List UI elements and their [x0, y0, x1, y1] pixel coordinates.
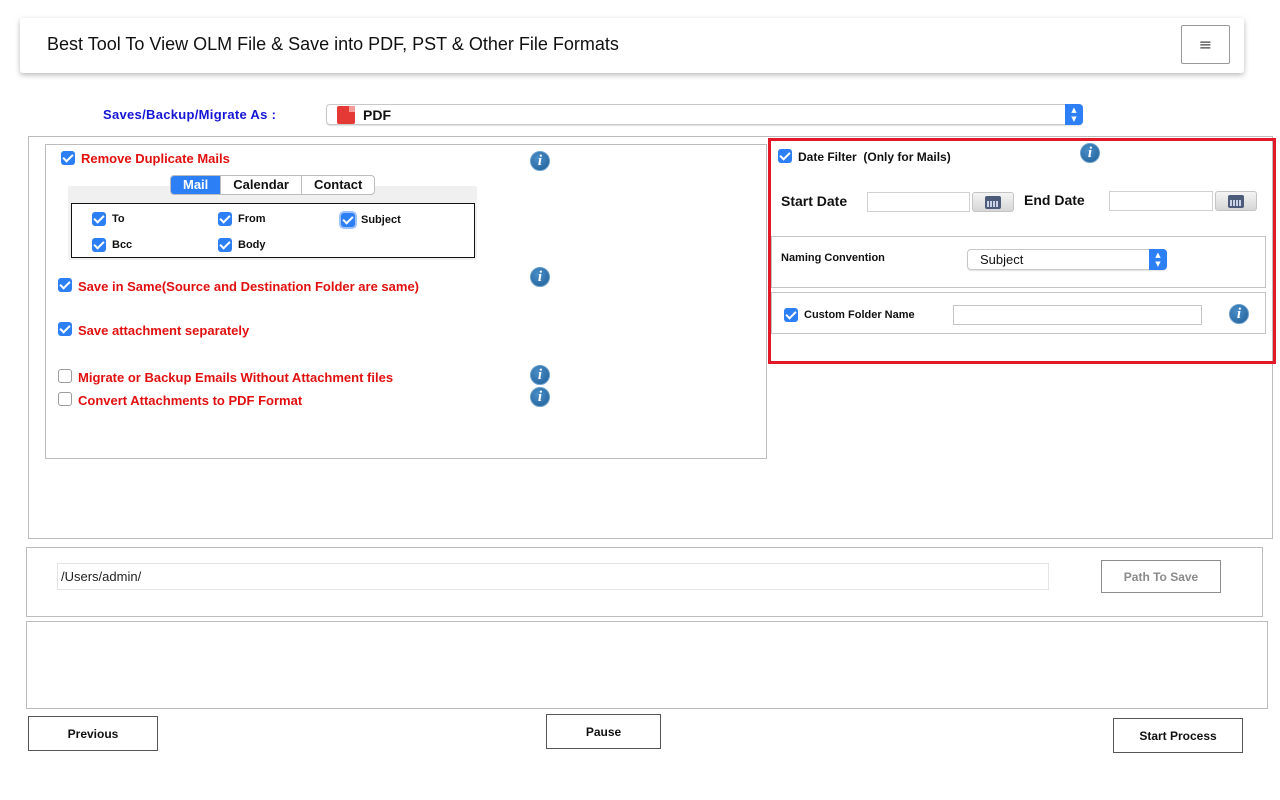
tab-mail[interactable]: Mail [171, 176, 222, 194]
header-bar: Best Tool To View OLM File & Save into P… [20, 18, 1244, 73]
field-body-label: Body [238, 239, 266, 251]
naming-select-value: Subject [980, 252, 1024, 267]
end-date-picker-button[interactable] [1215, 191, 1257, 211]
save-attachment-checkbox[interactable] [58, 322, 72, 336]
destination-path-input[interactable]: /Users/admin/ [57, 563, 1049, 590]
info-icon[interactable]: i [530, 151, 550, 171]
field-to-label: To [112, 213, 125, 225]
pdf-icon [337, 106, 355, 124]
convert-attachments-label: Convert Attachments to PDF Format [78, 393, 303, 408]
format-select[interactable]: PDF ▲ ▼ [326, 104, 1083, 125]
info-icon[interactable]: i [530, 387, 550, 407]
start-date-picker-button[interactable] [972, 192, 1014, 212]
info-icon[interactable]: i [1229, 304, 1249, 324]
pause-button[interactable]: Pause [546, 714, 661, 749]
field-to-checkbox[interactable] [92, 212, 106, 226]
field-subject-checkbox[interactable] [341, 213, 355, 227]
remove-duplicates-checkbox[interactable] [61, 151, 75, 165]
duplicate-tabs: Mail Calendar Contact [170, 175, 376, 195]
save-attachment-label: Save attachment separately [78, 323, 250, 338]
start-date-input[interactable] [867, 192, 970, 212]
field-subject-label: Subject [361, 214, 401, 226]
previous-button[interactable]: Previous [28, 716, 158, 751]
menu-button[interactable]: ≡ [1181, 25, 1230, 64]
hamburger-icon: ≡ [1198, 35, 1213, 54]
without-attachment-checkbox[interactable] [58, 369, 72, 383]
select-stepper-icon: ▲ ▼ [1065, 104, 1083, 125]
naming-convention-select[interactable]: Subject ▲ ▼ [967, 249, 1167, 270]
date-filter-checkbox[interactable] [778, 149, 792, 163]
app-title: Best Tool To View OLM File & Save into P… [47, 34, 619, 54]
start-date-label: Start Date [781, 193, 848, 209]
convert-attachments-checkbox[interactable] [58, 392, 72, 406]
remove-duplicates-label: Remove Duplicate Mails [81, 151, 230, 166]
field-from-checkbox[interactable] [218, 212, 232, 226]
naming-convention-label: Naming Convention [781, 252, 885, 264]
end-date-input[interactable] [1109, 191, 1213, 211]
custom-folder-input[interactable] [953, 305, 1202, 325]
info-icon[interactable]: i [1080, 143, 1100, 163]
save-in-same-label: Save in Same(Source and Destination Fold… [78, 279, 420, 294]
select-stepper-icon: ▲ ▼ [1149, 249, 1167, 270]
end-date-label: End Date [1024, 192, 1085, 208]
start-process-button[interactable]: Start Process [1113, 718, 1243, 753]
field-bcc-checkbox[interactable] [92, 238, 106, 252]
saves-as-label: Saves/Backup/Migrate As : [103, 107, 277, 122]
log-panel [26, 621, 1268, 709]
calendar-icon [985, 195, 1001, 209]
field-body-checkbox[interactable] [218, 238, 232, 252]
custom-folder-checkbox[interactable] [784, 308, 798, 322]
format-select-value: PDF [363, 107, 391, 123]
custom-folder-label: Custom Folder Name [804, 309, 915, 321]
path-to-save-button[interactable]: Path To Save [1101, 560, 1221, 593]
tab-contact[interactable]: Contact [302, 176, 374, 194]
save-in-same-checkbox[interactable] [58, 278, 72, 292]
tab-calendar[interactable]: Calendar [221, 176, 302, 194]
field-from-label: From [238, 213, 266, 225]
date-filter-label: Date Filter (Only for Mails) [798, 150, 951, 164]
field-bcc-label: Bcc [112, 239, 133, 251]
info-icon[interactable]: i [530, 365, 550, 385]
calendar-icon [1228, 194, 1244, 208]
without-attachment-label: Migrate or Backup Emails Without Attachm… [78, 370, 394, 385]
info-icon[interactable]: i [530, 267, 550, 287]
